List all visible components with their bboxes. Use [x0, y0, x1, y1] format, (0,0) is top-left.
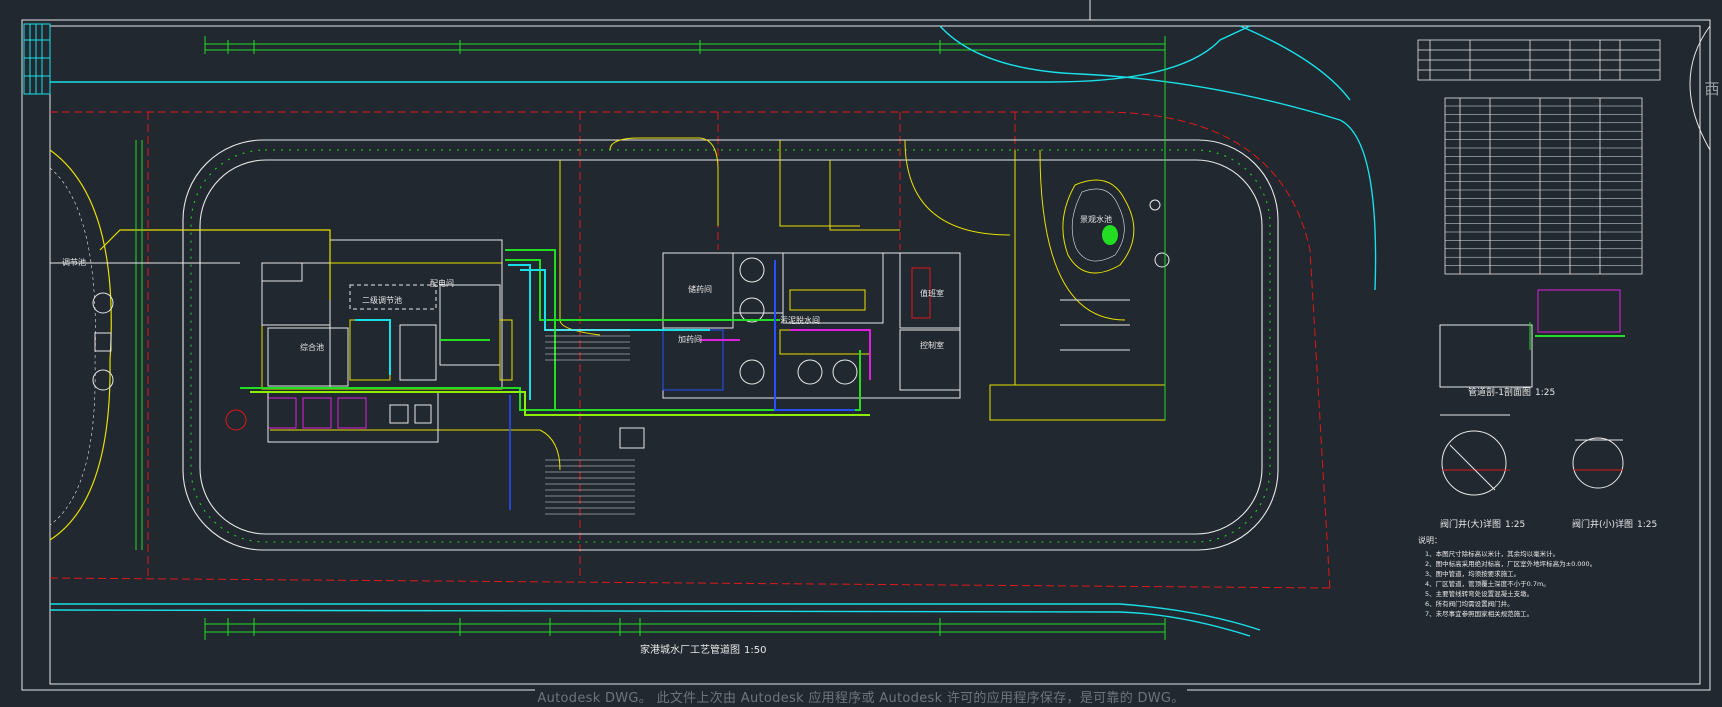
label-room-f: 储药间 — [688, 284, 712, 294]
pond — [1062, 179, 1170, 274]
top-dimension — [204, 36, 1166, 54]
bottom-dimension — [204, 618, 1166, 640]
label-room-a: 二级调节池 — [362, 295, 402, 305]
note-line: 7、未尽事宜参照国家相关规范施工。 — [1425, 609, 1533, 618]
label-room-e: 污泥脱水间 — [780, 315, 820, 325]
drawing-canvas[interactable]: 调节池 景观水池 二级调节池 配电间 值班室 控制室 污泥脱水间 储药间 加药间… — [0, 0, 1722, 707]
planting-areas — [270, 137, 1166, 471]
equipment-table-2 — [1444, 97, 1643, 275]
road-boundary — [49, 25, 1377, 637]
valve-detail-large — [1440, 414, 1510, 496]
drawing-title: 家港城水厂工艺管道图 1:50 — [640, 643, 766, 656]
section-title: 管道剖-1剖面图 1:25 — [1468, 386, 1555, 398]
detail-right-title: 阀门井(小)详图 1:25 — [1572, 518, 1657, 530]
detail-left-title: 阀门井(大)详图 1:25 — [1440, 518, 1525, 530]
label-room-c: 值班室 — [920, 288, 944, 298]
property-line — [49, 111, 1331, 591]
label-left-pool: 调节池 — [62, 257, 86, 267]
equipment-table-rows — [1445, 105, 1642, 266]
note-line: 3、图中管道，均须按要求施工。 — [1425, 569, 1520, 578]
left-curve — [49, 149, 112, 541]
status-bar: Autodesk DWG。 此文件上次由 Autodesk 应用程序或 Auto… — [0, 685, 1722, 707]
building-right — [619, 252, 961, 449]
title-block — [23, 23, 51, 95]
label-room-h: 综合池 — [300, 342, 324, 352]
note-line: 4、厂区管道，管顶覆土深度不小于0.7m。 — [1425, 579, 1550, 588]
notes: 1、本图尺寸除标高以米计，其余均以毫米计。2、图中标高采用绝对标高，厂区室外地坪… — [1425, 549, 1596, 618]
note-line: 1、本图尺寸除标高以米计，其余均以毫米计。 — [1425, 549, 1559, 558]
landscape-line — [190, 149, 1271, 543]
label-pond: 景观水池 — [1080, 214, 1112, 224]
label-room-b: 配电间 — [430, 278, 454, 288]
pipe-legend — [545, 329, 635, 515]
parking-stripes — [1060, 299, 1130, 351]
note-line: 2、图中标高采用绝对标高，厂区室外地坪标高为±0.000。 — [1425, 559, 1596, 568]
viewcube-tab[interactable]: 西 — [1702, 46, 1722, 130]
equipment-table-1 — [1417, 39, 1661, 81]
valve-detail-small — [1572, 437, 1624, 489]
note-line: 6、所有阀门均需设置阀门井。 — [1425, 599, 1514, 608]
section-drawing — [1439, 289, 1625, 388]
note-line: 5、主要管线转弯处设置混凝土支墩。 — [1425, 589, 1533, 598]
left-pool — [50, 262, 240, 391]
notes-title: 说明： — [1418, 535, 1442, 545]
axis-line — [135, 40, 1166, 550]
labels: 调节池 景观水池 二级调节池 配电间 值班室 控制室 污泥脱水间 储药间 加药间… — [62, 214, 1657, 656]
label-room-d: 控制室 — [920, 340, 944, 350]
status-message: Autodesk DWG。 此文件上次由 Autodesk 应用程序或 Auto… — [535, 686, 1187, 706]
label-room-g: 加药间 — [678, 334, 702, 344]
pipelines — [99, 229, 871, 510]
internal-road — [182, 139, 1279, 551]
